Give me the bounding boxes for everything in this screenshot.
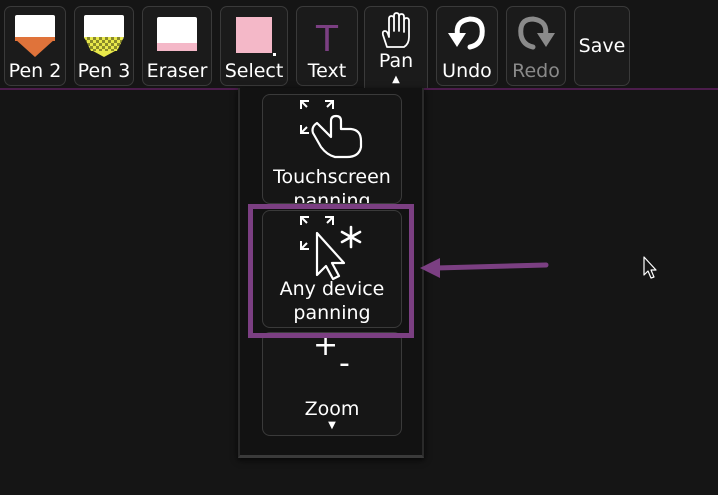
pen-2-button[interactable]: Pen 2 [4, 6, 66, 86]
pen-3-button[interactable]: Pen 3 [74, 6, 134, 86]
eraser-button[interactable]: Eraser [142, 6, 212, 86]
pan-caret-up-icon: ▲ [392, 74, 400, 85]
redo-button[interactable]: Redo [506, 6, 566, 86]
toolbar: Pen 2 Pen 3 Eraser Select T Text Pan ▲ U… [0, 0, 718, 90]
zoom-caret-down-icon: ▼ [328, 420, 336, 431]
undo-button[interactable]: Undo [436, 6, 498, 86]
select-label: Select [224, 60, 284, 82]
drawing-app: Pen 2 Pen 3 Eraser Select T Text Pan ▲ U… [0, 0, 718, 495]
touchscreen-panning-option[interactable]: Touchscreen panning [262, 94, 402, 204]
text-label: Text [307, 60, 347, 82]
undo-label: Undo [442, 60, 492, 82]
touchscreen-panning-label-line2: panning [293, 190, 371, 203]
pan-button[interactable]: Pan ▲ [364, 6, 428, 88]
pan-label: Pan [378, 50, 414, 72]
touch-pan-icon [300, 100, 363, 159]
zoom-option[interactable]: + - Zoom ▼ [262, 331, 402, 436]
save-label: Save [578, 35, 626, 57]
redo-label: Redo [512, 60, 560, 82]
text-t-glyph: T [315, 19, 339, 59]
zoom-minus-icon: - [339, 346, 350, 381]
touchscreen-panning-label-line1: Touchscreen [273, 166, 391, 188]
mouse-cursor-icon [643, 256, 657, 279]
pen-2-label: Pen 2 [8, 60, 62, 82]
zoom-label: Zoom [304, 398, 360, 420]
pen-3-swatch-icon [84, 15, 124, 57]
text-button[interactable]: T Text [296, 6, 358, 86]
eraser-label: Eraser [146, 60, 208, 82]
pen-2-swatch-icon [15, 15, 55, 57]
save-button[interactable]: Save [574, 6, 630, 86]
pen-3-label: Pen 3 [77, 60, 131, 82]
text-t-icon: T [315, 19, 339, 59]
select-swatch-icon [236, 17, 276, 56]
annotation-arrow-icon [420, 258, 549, 278]
eraser-swatch-icon [157, 17, 197, 51]
select-button[interactable]: Select [220, 6, 288, 86]
highlight-box [248, 204, 414, 338]
undo-arrow-icon [448, 16, 485, 50]
hand-icon [381, 12, 410, 48]
redo-arrow-icon [518, 16, 555, 50]
